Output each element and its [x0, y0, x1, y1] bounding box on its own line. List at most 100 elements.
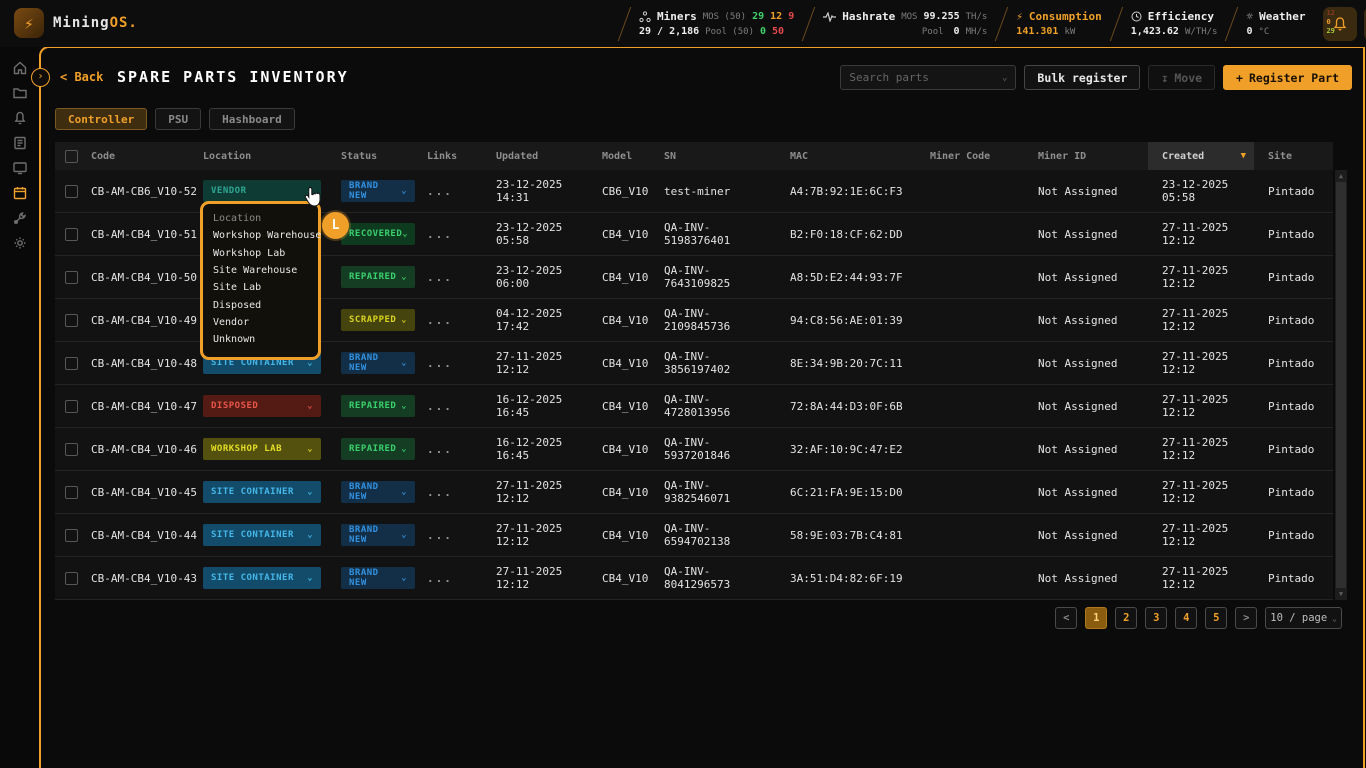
scroll-up-icon[interactable]: ▲ [1335, 170, 1347, 182]
row-checkbox[interactable] [65, 486, 78, 499]
dropdown-option-vendor[interactable]: Vendor [203, 314, 318, 331]
efficiency-panel[interactable]: Efficiency 1,423.62 W/TH/s [1123, 6, 1226, 41]
cell-mac: A8:5D:E2:44:93:7F [776, 271, 916, 284]
row-checkbox[interactable] [65, 400, 78, 413]
row-checkbox[interactable] [65, 185, 78, 198]
miners-label: Miners [657, 10, 697, 23]
page-button-1[interactable]: 1 [1085, 607, 1107, 629]
cell-links-menu[interactable]: ... [427, 228, 482, 241]
status-select[interactable]: REPAIRED⌄ [341, 266, 415, 288]
status-select[interactable]: BRAND NEW⌄ [341, 180, 415, 202]
consumption-panel[interactable]: ⚡ Consumption 141.301 kW [1008, 6, 1109, 41]
back-button[interactable]: < Back [60, 70, 103, 84]
register-part-button[interactable]: +Register Part [1223, 65, 1352, 90]
col-header-status[interactable]: Status [341, 142, 427, 170]
bell-icon[interactable] [12, 110, 28, 126]
status-select[interactable]: SCRAPPED⌄ [341, 309, 415, 331]
col-header-location[interactable]: Location [203, 142, 341, 170]
cell-model: CB4_V10 [588, 529, 650, 542]
dropdown-option-site-warehouse[interactable]: Site Warehouse [203, 262, 318, 279]
cell-links-menu[interactable]: ... [427, 314, 482, 327]
location-select[interactable]: WORKSHOP LAB⌄ [203, 438, 321, 460]
page-button-5[interactable]: 5 [1205, 607, 1227, 629]
tools-icon[interactable] [12, 210, 28, 226]
settings-icon[interactable] [12, 235, 28, 251]
monitor-icon[interactable] [12, 160, 28, 176]
document-icon[interactable] [12, 135, 28, 151]
home-icon[interactable] [12, 60, 28, 76]
col-header-mac[interactable]: MAC [776, 142, 916, 170]
status-select[interactable]: RECOVERED⌄ [341, 223, 415, 245]
location-select[interactable]: DISPOSED⌄ [203, 395, 321, 417]
cell-model: CB4_V10 [588, 357, 650, 370]
bulk-register-button[interactable]: Bulk register [1024, 65, 1140, 90]
status-select[interactable]: BRAND NEW⌄ [341, 567, 415, 589]
page-button-2[interactable]: 2 [1115, 607, 1137, 629]
cell-links-menu[interactable]: ... [427, 357, 482, 370]
cell-links-menu[interactable]: ... [427, 271, 482, 284]
status-select[interactable]: REPAIRED⌄ [341, 395, 415, 417]
page-button-3[interactable]: 3 [1145, 607, 1167, 629]
cell-created: 27-11-2025 12:12 [1148, 221, 1254, 247]
status-select[interactable]: BRAND NEW⌄ [341, 352, 415, 374]
tab-psu[interactable]: PSU [155, 108, 201, 130]
col-header-miner-code[interactable]: Miner Code [916, 142, 1024, 170]
hashrate-panel[interactable]: Hashrate MOS 99.255 TH/s Pool 0 MH/s [815, 6, 995, 41]
cell-status: BRAND NEW⌄ [341, 180, 427, 202]
dropdown-option-disposed[interactable]: Disposed [203, 297, 318, 314]
row-checkbox[interactable] [65, 529, 78, 542]
page-button-4[interactable]: 4 [1175, 607, 1197, 629]
dropdown-option-workshop-lab[interactable]: Workshop Lab [203, 244, 318, 261]
row-checkbox[interactable] [65, 572, 78, 585]
row-checkbox[interactable] [65, 357, 78, 370]
dropdown-option-unknown[interactable]: Unknown [203, 331, 318, 348]
row-checkbox[interactable] [65, 271, 78, 284]
status-select[interactable]: BRAND NEW⌄ [341, 481, 415, 503]
tab-hashboard[interactable]: Hashboard [209, 108, 295, 130]
col-header-model[interactable]: Model [588, 142, 650, 170]
col-header-links[interactable]: Links [427, 142, 482, 170]
sidebar-expand-button[interactable]: › [31, 68, 50, 87]
tab-controller[interactable]: Controller [55, 108, 147, 130]
move-button[interactable]: ↧Move [1148, 65, 1215, 90]
dropdown-option-site-lab[interactable]: Site Lab [203, 279, 318, 296]
status-select[interactable]: REPAIRED⌄ [341, 438, 415, 460]
cell-model: CB6_V10 [588, 185, 650, 198]
row-checkbox[interactable] [65, 443, 78, 456]
status-select[interactable]: BRAND NEW⌄ [341, 524, 415, 546]
search-input[interactable]: Search parts ⌄ [840, 65, 1016, 90]
weather-panel[interactable]: ☼ Weather 0 °C [1238, 6, 1313, 41]
cell-links-menu[interactable]: ... [427, 400, 482, 413]
col-header-site[interactable]: Site [1254, 142, 1319, 170]
page-size-select[interactable]: 10 / page⌄ [1265, 607, 1342, 629]
table-scrollbar[interactable]: ▲ ▼ [1335, 170, 1347, 600]
notifications-button[interactable]: 12 0 29 [1323, 7, 1357, 41]
cell-links-menu[interactable]: ... [427, 443, 482, 456]
scroll-down-icon[interactable]: ▼ [1335, 588, 1347, 600]
select-all-checkbox[interactable] [65, 150, 78, 163]
dropdown-option-workshop-warehouse[interactable]: Workshop Warehouse [203, 227, 318, 244]
cell-links-menu[interactable]: ... [427, 486, 482, 499]
row-checkbox[interactable] [65, 228, 78, 241]
col-header-created[interactable]: Created▼ [1148, 142, 1254, 170]
col-header-sn[interactable]: SN [650, 142, 776, 170]
app-logo[interactable]: ⚡ MiningOS. [14, 8, 138, 38]
prev-page-button[interactable]: < [1055, 607, 1077, 629]
cell-site: Pintado [1254, 486, 1319, 499]
location-select[interactable]: SITE CONTAINER⌄ [203, 524, 321, 546]
col-header-code[interactable]: Code [91, 142, 203, 170]
next-page-button[interactable]: > [1235, 607, 1257, 629]
calendar-icon[interactable] [12, 185, 28, 201]
cell-links-menu[interactable]: ... [427, 529, 482, 542]
location-select[interactable]: SITE CONTAINER⌄ [203, 481, 321, 503]
scrollbar-thumb[interactable] [1336, 182, 1346, 588]
cell-links-menu[interactable]: ... [427, 572, 482, 585]
col-header-miner-id[interactable]: Miner ID [1024, 142, 1148, 170]
folder-icon[interactable] [12, 85, 28, 101]
row-checkbox[interactable] [65, 314, 78, 327]
location-select[interactable]: SITE CONTAINER⌄ [203, 567, 321, 589]
location-select[interactable]: VENDOR⌄ [203, 180, 321, 202]
cell-links-menu[interactable]: ... [427, 185, 482, 198]
miners-panel[interactable]: Miners MOS (50) 29 12 9 29 / 2,186 Pool … [631, 6, 802, 41]
col-header-updated[interactable]: Updated [482, 142, 588, 170]
